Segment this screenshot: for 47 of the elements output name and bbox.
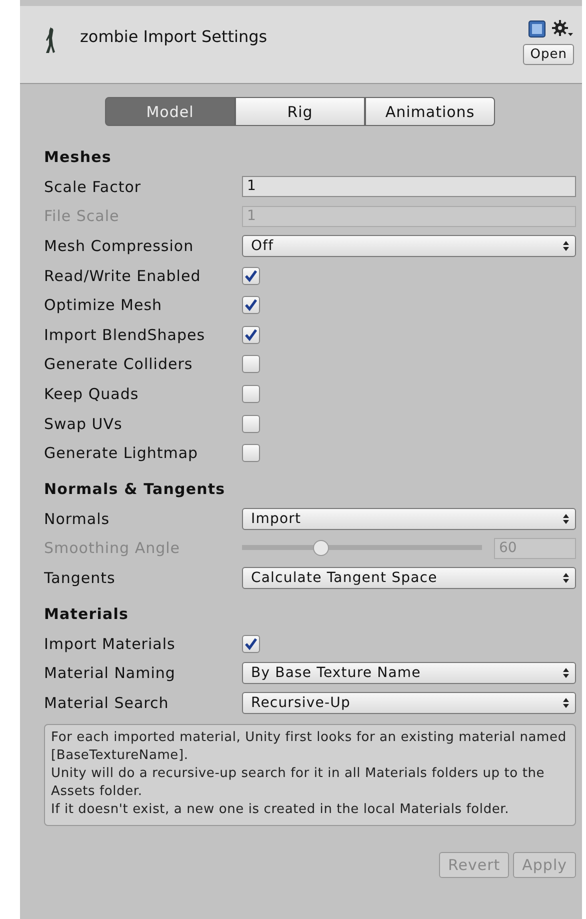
dropdown[interactable]: Off: [242, 234, 576, 257]
field-label: Optimize Mesh: [44, 296, 164, 314]
checkbox[interactable]: [242, 296, 260, 314]
field-label: Scale Factor: [44, 178, 142, 196]
checkbox[interactable]: [242, 384, 260, 403]
checkbox[interactable]: [242, 634, 260, 653]
field-label: Generate Lightmap: [44, 444, 200, 462]
up-down-arrows-icon: [563, 572, 569, 583]
field-label: Keep Quads: [44, 384, 140, 403]
checkbox[interactable]: [242, 326, 260, 344]
tab[interactable]: Rig: [235, 97, 365, 126]
field-label: Swap UVs: [44, 414, 124, 433]
field-label: Normals: [44, 510, 111, 528]
field-label: Smoothing Angle: [44, 539, 182, 558]
tab[interactable]: Model: [105, 97, 235, 126]
checkbox[interactable]: [242, 266, 260, 285]
help-text: For each imported material, Unity first looks for an existing material named [BaseTextureName].: [51, 728, 568, 764]
tab[interactable]: Animations: [365, 97, 495, 126]
section-heading: Materials: [44, 604, 130, 625]
up-down-arrows-icon: [563, 240, 569, 251]
field-label: Tangents: [44, 568, 116, 587]
help-text: If it doesn't exist, a new one is created in the local Materials folder.: [51, 800, 510, 818]
checkbox[interactable]: [242, 355, 260, 374]
gear-icon[interactable]: [552, 20, 574, 38]
up-down-arrows-icon: [563, 698, 569, 708]
input-field[interactable]: 1: [242, 176, 576, 198]
section-heading: Meshes: [44, 147, 112, 168]
field-label: Material Naming: [44, 664, 176, 682]
dropdown[interactable]: Import: [242, 508, 576, 530]
field-label: Mesh Compression: [44, 236, 195, 255]
checkbox[interactable]: [242, 444, 260, 462]
open-button[interactable]: Open: [523, 44, 574, 65]
field-label: Read/Write Enabled: [44, 266, 202, 285]
field-label: Generate Colliders: [44, 355, 194, 374]
dropdown[interactable]: By Base Texture Name: [242, 662, 576, 684]
field-label: Import Materials: [44, 634, 176, 653]
dropdown[interactable]: Calculate Tangent Space: [242, 566, 576, 589]
window-title: zombie Import Settings: [80, 27, 268, 48]
up-down-arrows-icon: [563, 668, 569, 678]
up-down-arrows-icon: [563, 514, 569, 524]
field-label: Material Search: [44, 694, 170, 712]
dropdown[interactable]: Recursive-Up: [242, 692, 576, 714]
field-label: Import BlendShapes: [44, 326, 206, 344]
section-heading: Normals & Tangents: [44, 478, 226, 500]
checkbox[interactable]: [242, 414, 260, 433]
help-text: Unity will do a recursive-up search for it in all Materials folders up to the Assets folder.: [51, 764, 546, 800]
field-label: File Scale: [44, 207, 120, 226]
